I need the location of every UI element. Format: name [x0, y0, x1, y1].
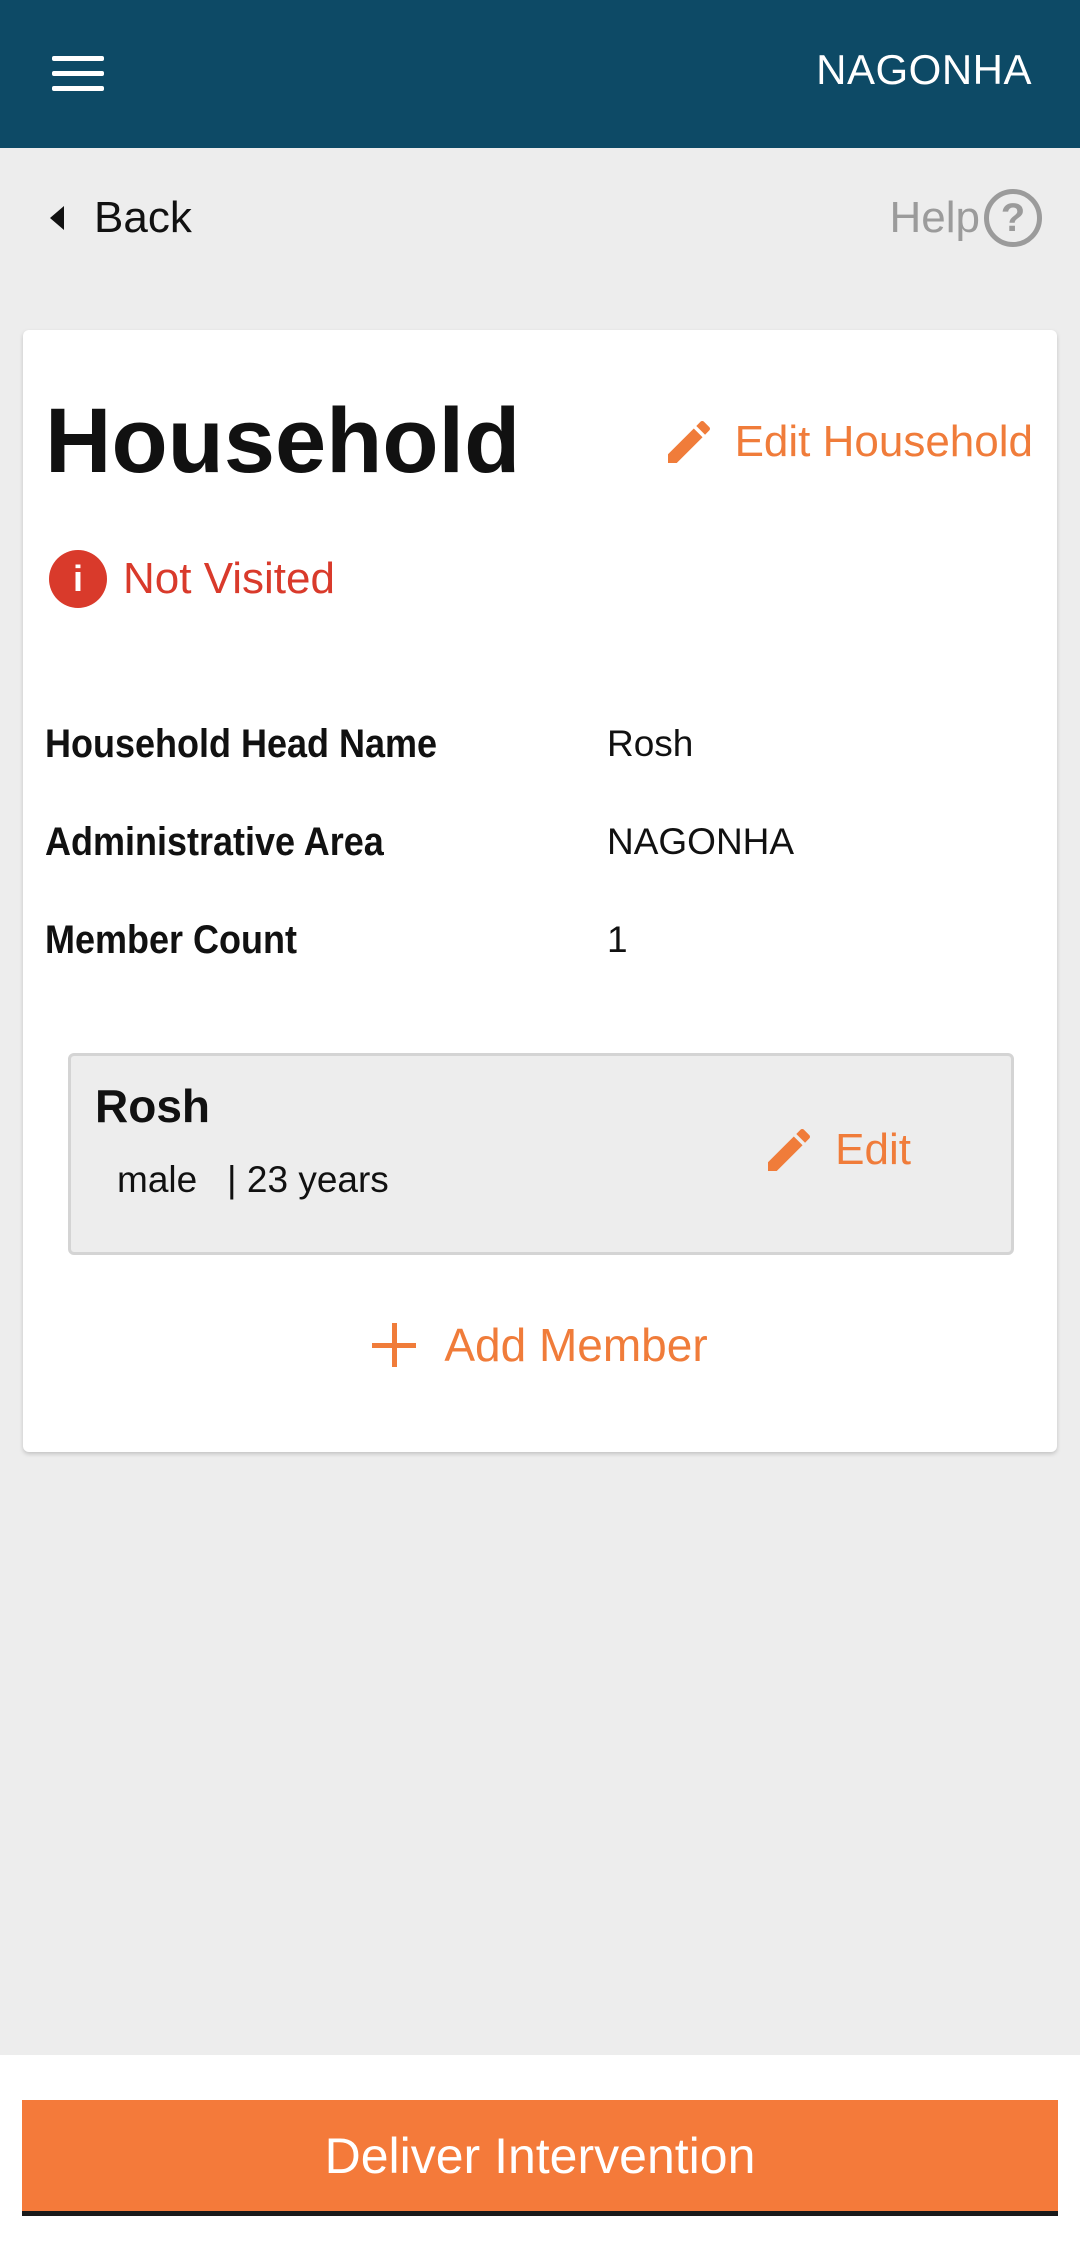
detail-value: 1: [607, 919, 628, 960]
member-gender: male: [117, 1159, 198, 1200]
app-bar: NAGONHA: [0, 0, 1080, 148]
detail-label: Household Head Name: [45, 722, 438, 766]
info-alert-icon: i: [49, 550, 107, 608]
help-question-icon: ?: [984, 189, 1042, 247]
member-card[interactable]: Rosh male | 23 years Edit: [68, 1053, 1014, 1255]
household-head-name-row: Household Head Name Rosh: [45, 714, 1035, 774]
detail-value: NAGONHA: [607, 821, 795, 862]
status-label: Not Visited: [123, 554, 335, 603]
household-card: Household Edit Household i Not Visited H…: [23, 330, 1057, 1452]
add-member-label: Add Member: [444, 1319, 708, 1371]
app-bar-title: NAGONHA: [816, 46, 1032, 93]
add-member-button[interactable]: Add Member: [23, 1310, 1057, 1380]
back-arrow-icon: [50, 206, 64, 230]
back-button[interactable]: Back: [50, 188, 192, 248]
pencil-icon: [768, 1128, 811, 1171]
hamburger-menu-icon[interactable]: [52, 52, 104, 96]
edit-household-label: Edit Household: [734, 417, 1033, 466]
pencil-icon: [667, 420, 710, 463]
administrative-area-row: Administrative Area NAGONHA: [45, 812, 1035, 872]
edit-member-button[interactable]: Edit: [761, 1118, 911, 1182]
detail-label: Member Count: [45, 918, 297, 962]
detail-label: Administrative Area: [45, 820, 384, 864]
help-button[interactable]: Help ?: [889, 186, 1042, 250]
deliver-intervention-button[interactable]: Deliver Intervention: [22, 2100, 1058, 2216]
member-count-row: Member Count 1: [45, 910, 1035, 970]
edit-member-label: Edit: [835, 1125, 911, 1174]
page-title: Household: [45, 390, 521, 492]
member-name: Rosh: [95, 1080, 210, 1132]
plus-icon: [372, 1323, 417, 1367]
detail-value: Rosh: [607, 723, 694, 764]
help-label: Help: [889, 193, 981, 242]
member-age: | 23 years: [227, 1159, 389, 1200]
back-label: Back: [94, 193, 192, 242]
visit-status: i Not Visited: [49, 550, 335, 608]
edit-household-button[interactable]: Edit Household: [661, 410, 1033, 474]
